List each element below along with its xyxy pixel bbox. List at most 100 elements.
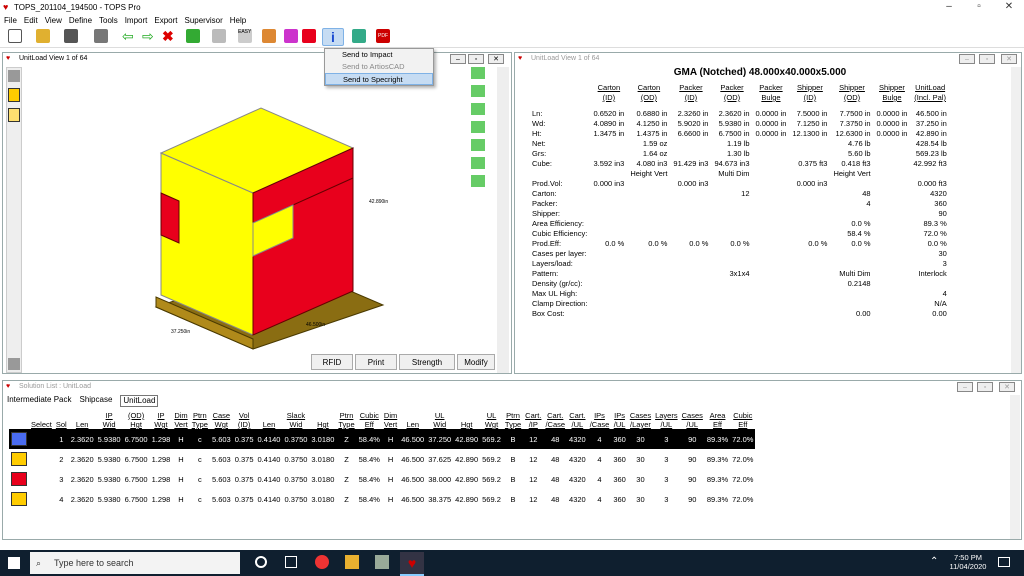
pattern-thumb-icon[interactable] <box>8 88 20 102</box>
solution-column-header[interactable]: Len <box>399 411 426 429</box>
cortana-icon[interactable] <box>255 556 267 568</box>
print-icon[interactable] <box>94 29 108 43</box>
menu-item-send-to-artioscad[interactable]: Send to ArtiosCAD <box>325 61 433 73</box>
solution-column-header[interactable]: Hgt <box>453 411 480 429</box>
solution-column-header[interactable]: UL Wid <box>426 411 453 429</box>
scroll-up-icon[interactable] <box>8 70 20 82</box>
left-scrollbar[interactable] <box>6 67 22 373</box>
task-view-icon[interactable] <box>285 556 297 568</box>
solution-column-header[interactable]: Ptrn Type <box>503 411 523 429</box>
new-icon[interactable] <box>8 29 22 43</box>
list-close-button[interactable]: ✕ <box>999 382 1015 392</box>
menu-supervisor[interactable]: Supervisor <box>185 16 223 25</box>
solution-column-header[interactable]: Cases /Layer <box>628 411 653 429</box>
solution-column-header[interactable]: UL Wgt <box>480 411 503 429</box>
tab-shipcase[interactable]: Shipcase <box>79 395 112 407</box>
tool-pal-icon[interactable] <box>471 175 485 187</box>
solution-column-header[interactable]: Slack Wid <box>282 411 309 429</box>
solution-column-header[interactable]: Case Wgt <box>210 411 233 429</box>
solution-column-header[interactable]: Ptrn Type <box>336 411 356 429</box>
solution-column-header[interactable]: (OD) Hgt <box>123 411 150 429</box>
solution-column-header[interactable]: IPs /Case <box>588 411 612 429</box>
pallet-icon[interactable] <box>186 29 200 43</box>
menu-help[interactable]: Help <box>230 16 246 25</box>
menu-view[interactable]: View <box>45 16 62 25</box>
taskbar-search[interactable]: ⌕ Type here to search <box>30 552 240 574</box>
info-icon[interactable]: i <box>322 28 344 46</box>
panel-minimize-button[interactable]: – <box>450 54 466 64</box>
close-button[interactable]: ✕ <box>994 0 1024 14</box>
tops-pro-taskbar-icon[interactable]: ♥ <box>400 552 424 576</box>
notifications-icon[interactable] <box>998 557 1010 567</box>
solution-column-header[interactable]: Len <box>256 411 283 429</box>
solution-column-header[interactable]: Cases /UL <box>680 411 705 429</box>
chart-icon[interactable] <box>352 29 366 43</box>
right-scrollbar[interactable] <box>497 67 509 373</box>
edit-icon[interactable] <box>212 29 226 43</box>
clock[interactable]: 7:50 PM 11/04/2020 <box>948 553 988 571</box>
solution-column-header[interactable]: Hgt <box>309 411 336 429</box>
minimize-button[interactable]: – <box>934 0 964 14</box>
solution-column-header[interactable]: IP Wid <box>96 411 123 429</box>
menu-import[interactable]: Import <box>125 16 148 25</box>
solution-row[interactable]: 3 2.3620 5.9380 6.7500 1.298 Hc 5.603 0.375 0.41… <box>9 469 755 489</box>
menu-edit[interactable]: Edit <box>24 16 38 25</box>
list-restore-button[interactable]: ▫ <box>977 382 993 392</box>
modify-button[interactable]: Modify <box>457 354 495 370</box>
strength-button[interactable]: Strength <box>399 354 455 370</box>
tray-chevron-icon[interactable]: ⌃ <box>930 556 938 567</box>
pdf-icon[interactable]: PDF <box>376 29 390 43</box>
menu-export[interactable]: Export <box>154 16 177 25</box>
tab-unitload[interactable]: UnitLoad <box>120 395 159 407</box>
scroll-down-icon[interactable] <box>8 358 20 370</box>
solution-column-header[interactable]: Cart. /IP <box>523 411 543 429</box>
solution-column-header[interactable]: IP Wgt <box>150 411 173 429</box>
file-explorer-icon[interactable] <box>345 555 359 569</box>
menu-item-send-to-impact[interactable]: Send to Impact <box>325 49 433 61</box>
menu-file[interactable]: File <box>4 16 17 25</box>
panel-close-button[interactable]: ✕ <box>488 54 504 64</box>
solution-column-header[interactable]: Dim Vert <box>382 411 399 429</box>
solution-column-header[interactable]: Sol <box>54 411 69 429</box>
tool-layers-icon[interactable] <box>471 139 485 151</box>
boxes-icon[interactable] <box>262 29 276 43</box>
solution-column-header[interactable]: Cubic Eff <box>357 411 382 429</box>
list-minimize-button[interactable]: – <box>957 382 973 392</box>
stack-icon[interactable] <box>302 29 316 43</box>
menu-define[interactable]: Define <box>69 16 92 25</box>
solution-column-header[interactable]: Vol (ID) <box>233 411 256 429</box>
solution-column-header[interactable]: Cart. /UL <box>567 411 588 429</box>
back-arrow-icon[interactable]: ⇦ <box>122 29 136 43</box>
rfid-button[interactable]: RFID <box>311 354 353 370</box>
solution-column-header[interactable]: Area Eff <box>705 411 730 429</box>
solution-column-header[interactable]: Dim Vert <box>172 411 189 429</box>
solution-column-header[interactable]: IPs /UL <box>611 411 628 429</box>
windows-start-icon[interactable] <box>8 557 20 569</box>
solution-column-header[interactable]: Cart. /Case <box>543 411 567 429</box>
solution-column-header[interactable]: Len <box>69 411 96 429</box>
solution-column-header[interactable]: Layers /UL <box>653 411 680 429</box>
tool-save-icon[interactable] <box>471 103 485 115</box>
tool-down-icon[interactable] <box>471 67 485 79</box>
tool-rotate-icon[interactable] <box>471 85 485 97</box>
solution-row[interactable]: 2 2.3620 5.9380 6.7500 1.298 Hc 5.603 0.375 0.41… <box>9 449 755 469</box>
report-minimize-button[interactable]: – <box>959 54 975 64</box>
tab-intermediate-pack[interactable]: Intermediate Pack <box>7 395 71 407</box>
solution-column-header[interactable]: Cubic Eff <box>730 411 755 429</box>
report-close-button[interactable]: ✕ <box>1001 54 1017 64</box>
panel-restore-button[interactable]: ▫ <box>468 54 484 64</box>
solution-scrollbar[interactable] <box>1010 395 1020 539</box>
menu-tools[interactable]: Tools <box>99 16 118 25</box>
maximize-button[interactable]: ▫ <box>964 0 994 14</box>
solution-row[interactable]: 1 2.3620 5.9380 6.7500 1.298 Hc 5.603 0.375 0.41… <box>9 429 756 449</box>
layers-icon[interactable] <box>284 29 298 43</box>
easy-icon[interactable]: EASY <box>238 29 252 43</box>
forward-arrow-icon[interactable]: ⇨ <box>142 29 156 43</box>
app-icon[interactable] <box>375 555 389 569</box>
report-scrollbar[interactable] <box>1011 67 1021 373</box>
report-restore-button[interactable]: ▫ <box>979 54 995 64</box>
print-button[interactable]: Print <box>355 354 397 370</box>
tool-easy-icon[interactable] <box>471 121 485 133</box>
solution-column-header[interactable]: Ptrn Type <box>190 411 210 429</box>
pattern-thumb-icon[interactable] <box>8 108 20 122</box>
